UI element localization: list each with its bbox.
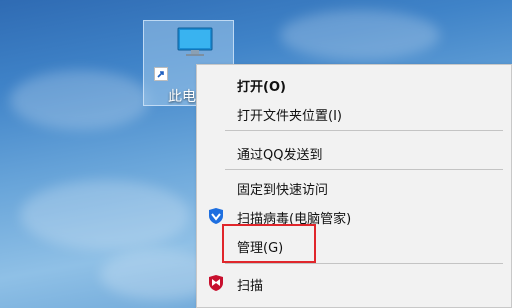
- menu-item-label: 扫描: [237, 279, 264, 294]
- desktop-icon-label: 此电: [168, 89, 196, 105]
- shortcut-arrow-icon: [154, 67, 168, 81]
- menu-item-send-qq[interactable]: 通过QQ发送到: [197, 138, 512, 166]
- menu-item-open[interactable]: 打开(O): [197, 70, 512, 98]
- wallpaper-cloud: [20, 180, 190, 250]
- menu-item-label: 打开文件夹位置(I): [237, 109, 342, 124]
- menu-separator: [225, 263, 503, 264]
- menu-item-label: 通过QQ发送到: [237, 148, 323, 163]
- menu-separator: [225, 169, 503, 170]
- menu-item-open-location[interactable]: 打开文件夹位置(I): [197, 99, 512, 127]
- highlight-box: [222, 224, 316, 263]
- menu-item-label: 打开(O): [237, 80, 286, 95]
- mcafee-shield-icon: [209, 275, 223, 291]
- wallpaper-cloud: [280, 10, 440, 60]
- menu-item-pin-quick-access[interactable]: 固定到快速访问: [197, 173, 512, 201]
- menu-item-label: 固定到快速访问: [237, 183, 329, 198]
- monitor-icon: [177, 27, 213, 56]
- menu-item-scan[interactable]: 扫描: [197, 269, 512, 297]
- wallpaper-cloud: [10, 70, 150, 130]
- menu-separator: [225, 130, 503, 131]
- tencent-shield-icon: [209, 208, 223, 224]
- context-menu: 打开(O) 打开文件夹位置(I) 通过QQ发送到 固定到快速访问 扫描病毒(电脑…: [196, 64, 512, 308]
